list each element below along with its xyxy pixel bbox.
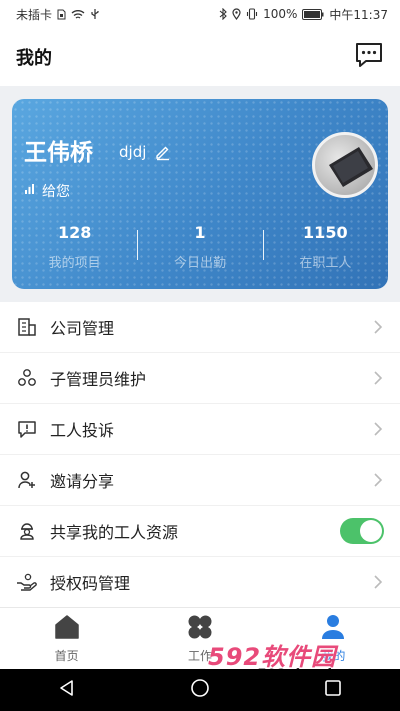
system-nav-bar (0, 669, 400, 711)
profile-section: 王伟桥 djdj 给您 128 我的项目 1 今日出勤 1150 在职工人 (0, 86, 400, 302)
message-button[interactable] (354, 42, 384, 72)
stat-projects[interactable]: 128 我的项目 (12, 221, 137, 279)
stat-value: 1 (194, 223, 206, 242)
menu-item-complaints[interactable]: 工人投诉 (0, 404, 400, 455)
menu-label: 公司管理 (50, 319, 115, 338)
status-left: 未插卡 (16, 6, 100, 23)
home-circle-icon (190, 678, 210, 702)
menu-item-share-workers: 共享我的工人资源 (0, 506, 400, 557)
bottom-tab-bar: 首页 工作 我的 (0, 607, 400, 669)
menu-item-sub-admin[interactable]: 子管理员维护 (0, 353, 400, 404)
tab-mine[interactable]: 我的 (267, 608, 400, 669)
avatar-photo (329, 147, 373, 187)
wifi-icon (71, 9, 85, 20)
recents-button[interactable] (313, 670, 353, 710)
carrier-text: 未插卡 (16, 7, 53, 22)
chevron-right-icon (372, 319, 384, 335)
share-workers-toggle[interactable] (340, 518, 384, 544)
toggle-knob (360, 520, 382, 542)
stat-workers[interactable]: 1150 在职工人 (262, 221, 388, 279)
admins-icon (16, 367, 38, 389)
company-chart-icon (24, 183, 36, 199)
chevron-right-icon (372, 472, 384, 488)
home-nav-button[interactable] (180, 670, 220, 710)
chat-icon (354, 41, 384, 73)
stat-label: 在职工人 (299, 256, 352, 271)
pencil-icon (154, 146, 172, 165)
page-title: 我的 (16, 48, 52, 69)
stat-value: 128 (57, 223, 92, 242)
back-triangle-icon (58, 679, 76, 701)
page-header: 我的 (0, 28, 400, 86)
battery-icon (302, 8, 324, 20)
back-button[interactable] (47, 670, 87, 710)
status-right: 100% 中午11:37 (219, 6, 388, 23)
user-icon (319, 614, 347, 644)
location-icon (232, 8, 241, 20)
bluetooth-icon (219, 8, 227, 20)
menu-label: 邀请分享 (50, 472, 115, 491)
tab-label: 首页 (54, 648, 79, 663)
chevron-right-icon (372, 574, 384, 590)
avatar[interactable] (312, 132, 378, 198)
menu-item-company[interactable]: 公司管理 (0, 302, 400, 353)
menu-label: 授权码管理 (50, 574, 131, 593)
app-screen: 未插卡 100% 中午11:37 我的 王伟桥 djdj 给您 128 我的项目… (0, 0, 400, 711)
tab-label: 我的 (321, 648, 346, 663)
hand-key-icon (16, 571, 38, 593)
user-name: 王伟桥 (24, 140, 93, 166)
menu-label: 工人投诉 (50, 421, 115, 440)
clock-text: 中午11:37 (329, 7, 388, 22)
company-row[interactable]: 给您 (24, 181, 70, 201)
recents-square-icon (324, 679, 342, 701)
home-icon (53, 614, 81, 644)
status-bar: 未插卡 100% 中午11:37 (0, 0, 400, 28)
tab-work[interactable]: 工作 (133, 608, 266, 669)
tab-label: 工作 (187, 648, 212, 663)
building-icon (16, 316, 38, 338)
user-nickname: djdj (119, 143, 147, 161)
profile-card: 王伟桥 djdj 给您 128 我的项目 1 今日出勤 1150 在职工人 (12, 99, 388, 289)
menu-list: 公司管理 子管理员维护 工人投诉 邀请分享 共享我的工人资源 授权码管理 (0, 302, 400, 608)
battery-text: 100% (263, 7, 298, 21)
stat-value: 1150 (303, 223, 348, 242)
invite-user-icon (16, 469, 38, 491)
stats-row: 128 我的项目 1 今日出勤 1150 在职工人 (12, 221, 388, 279)
company-name: 给您 (42, 184, 70, 200)
clover-icon (186, 614, 214, 644)
chevron-right-icon (372, 370, 384, 386)
usb-icon (90, 8, 100, 20)
menu-item-auth-code[interactable]: 授权码管理 (0, 557, 400, 608)
stat-label: 今日出勤 (173, 256, 226, 271)
vibrate-icon (246, 8, 258, 20)
stat-attendance[interactable]: 1 今日出勤 (137, 221, 262, 279)
menu-label: 子管理员维护 (50, 370, 147, 389)
stat-label: 我的项目 (48, 256, 101, 271)
complaint-icon (16, 418, 38, 440)
worker-icon (16, 520, 38, 542)
menu-label: 共享我的工人资源 (50, 523, 179, 542)
tab-home[interactable]: 首页 (0, 608, 133, 669)
chevron-right-icon (372, 421, 384, 437)
edit-profile-button[interactable] (154, 143, 172, 161)
menu-item-invite[interactable]: 邀请分享 (0, 455, 400, 506)
sim-icon (57, 9, 66, 20)
